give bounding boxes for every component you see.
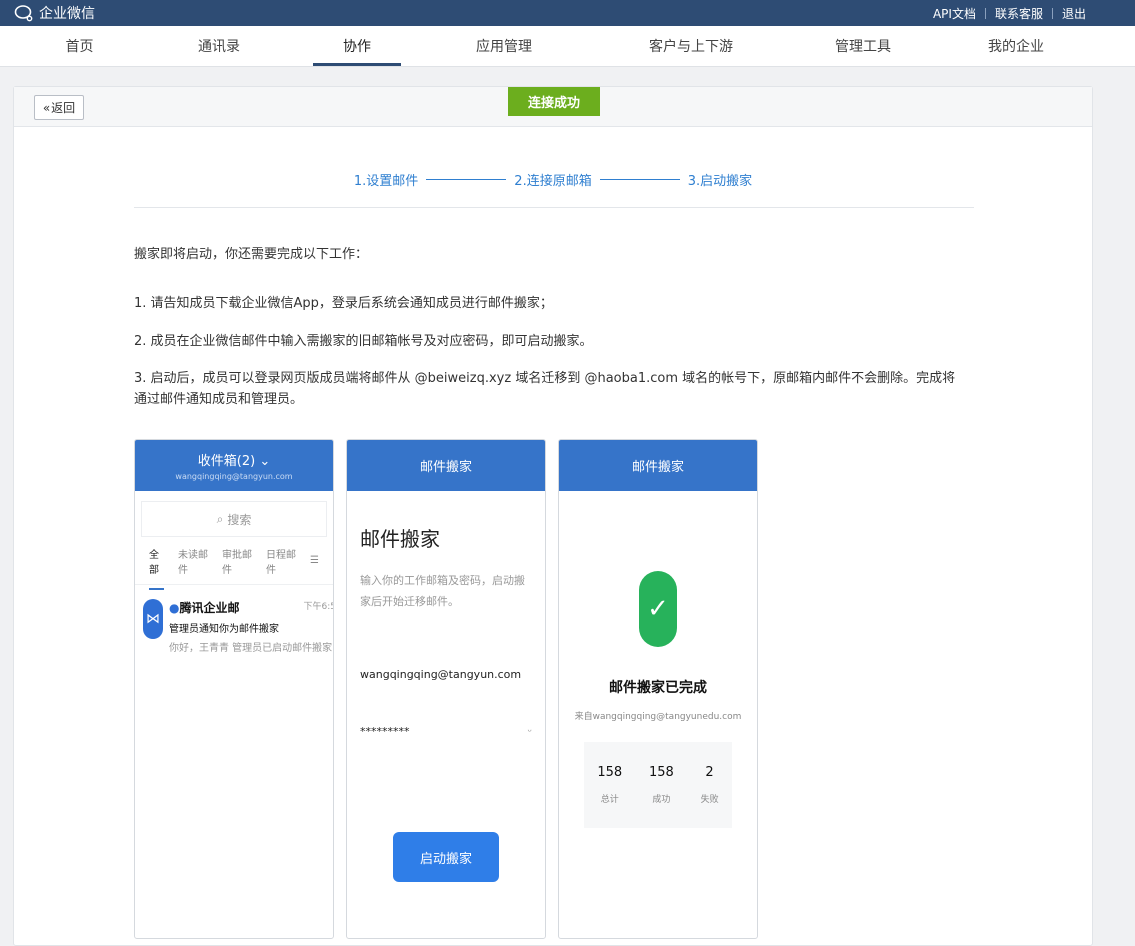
- step-connector: [599, 179, 680, 180]
- phone-header: 收件箱(2) ⌄ wangqingqing@tangyun.com: [135, 440, 333, 491]
- password-value: *********: [360, 725, 410, 738]
- connection-success-badge: 连接成功: [508, 87, 600, 116]
- phone-preview-migration-form: 邮件搬家 邮件搬家 输入你的工作邮箱及密码，启动搬家后开始迁移邮件。 wangq…: [346, 439, 546, 939]
- step-3: 3.启动搬家: [687, 174, 753, 189]
- nav-home[interactable]: 首页: [0, 26, 159, 66]
- double-chevron-left-icon: «: [42, 100, 51, 115]
- migration-stats: 158 总计 158 成功 2 失败: [584, 742, 732, 828]
- inbox-account: wangqingqing@tangyun.com: [175, 472, 293, 481]
- nav-collaboration[interactable]: 协作: [313, 26, 401, 66]
- back-button[interactable]: « 返回: [34, 95, 84, 120]
- mail-sender: 腾讯企业邮: [179, 601, 240, 615]
- nav-admin-tools[interactable]: 管理工具: [803, 26, 923, 66]
- phone-preview-inbox: 收件箱(2) ⌄ wangqingqing@tangyun.com ⌕ 搜索 全…: [134, 439, 334, 939]
- chevron-down-icon: ⌄: [259, 454, 271, 469]
- phone-mail-tabs: 全部 未读邮件 审批邮件 日程邮件 ☰: [135, 537, 333, 590]
- step-1: 1.设置邮件: [353, 174, 419, 189]
- password-field: ********* ᵕ: [360, 725, 532, 738]
- eye-closed-icon: ᵕ: [527, 725, 532, 738]
- complete-source: 来自wangqingqing@tangyunedu.com: [574, 712, 742, 722]
- panel-header: « 返回 连接成功: [14, 87, 1092, 127]
- list-item: ⋈ ●腾讯企业邮 下午6:52 管理员通知你为邮件搬家 你好，王青青 管理员已启…: [135, 585, 333, 664]
- start-migration-button: 启动搬家: [393, 832, 499, 882]
- mail-subject: 管理员通知你为邮件搬家: [169, 624, 279, 635]
- email-field: wangqingqing@tangyun.com: [360, 668, 522, 681]
- stat-total: 158 总计: [597, 765, 623, 805]
- mail-time: 下午6:52: [303, 602, 334, 612]
- tencent-mail-logo-icon: ⋈: [143, 599, 163, 639]
- search-icon: ⌕: [216, 511, 224, 526]
- main-nav: 首页 通讯录 协作 应用管理 客户与上下游 管理工具 我的企业: [0, 26, 1135, 67]
- tab-approval: 审批邮件: [222, 549, 253, 576]
- brand-name: 企业微信: [39, 6, 95, 22]
- phone-header: 邮件搬家: [347, 440, 545, 491]
- tab-all: 全部: [149, 546, 164, 590]
- top-bar: 企业微信 API文档 联系客服 退出: [0, 0, 1135, 26]
- logout-link[interactable]: 退出: [1053, 5, 1095, 22]
- nav-my-enterprise[interactable]: 我的企业: [961, 26, 1071, 66]
- stat-success: 158 成功: [648, 765, 674, 805]
- menu-icon: ☰: [310, 555, 320, 566]
- form-title: 邮件搬家: [360, 527, 440, 551]
- phone-header-title: 邮件搬家: [631, 460, 684, 475]
- search-label: 搜索: [227, 512, 252, 527]
- nav-contacts[interactable]: 通讯录: [159, 26, 279, 66]
- phone-header-title: 邮件搬家: [419, 460, 472, 475]
- complete-title: 邮件搬家已完成: [609, 680, 707, 696]
- inbox-title: 收件箱(2): [197, 454, 256, 469]
- top-links: API文档 联系客服 退出: [924, 5, 1095, 22]
- tab-schedule: 日程邮件: [266, 549, 297, 576]
- checkmark-icon: ✓: [639, 571, 677, 647]
- instruction-2: 2. 成员在企业微信邮件中输入需搬家的旧邮箱帐号及对应密码，即可启动搬家。: [134, 334, 593, 349]
- api-docs-link[interactable]: API文档: [924, 5, 985, 22]
- phone-preview-migration-complete: 邮件搬家 ✓ 邮件搬家已完成 来自wangqingqing@tangyunedu…: [558, 439, 758, 939]
- brand[interactable]: 企业微信: [14, 3, 95, 23]
- unread-dot-icon: ●: [169, 601, 180, 615]
- step-indicator: 1.设置邮件 2.连接原邮箱 3.启动搬家: [14, 170, 1092, 189]
- instruction-1: 1. 请告知成员下载企业微信App，登录后系统会通知成员进行邮件搬家；: [134, 296, 553, 311]
- step-connector: [426, 179, 507, 180]
- wechat-work-logo-icon: [14, 5, 33, 22]
- tab-unread: 未读邮件: [178, 549, 208, 576]
- mail-preview: 你好，王青青 管理员已启动邮件搬家...: [169, 643, 334, 654]
- phone-header: 邮件搬家: [559, 440, 757, 491]
- contact-support-link[interactable]: 联系客服: [986, 5, 1052, 22]
- migration-panel: « 返回 连接成功 1.设置邮件 2.连接原邮箱 3.启动搬家 搬家即将启动，你…: [13, 86, 1093, 946]
- phone-search-box: ⌕ 搜索: [141, 501, 327, 537]
- avatar: ⋈: [143, 599, 163, 639]
- divider: [134, 207, 974, 208]
- form-description: 输入你的工作邮箱及密码，启动搬家后开始迁移邮件。: [360, 574, 525, 608]
- step-2: 2.连接原邮箱: [514, 174, 592, 189]
- back-label: 返回: [51, 101, 76, 115]
- instruction-3: 3. 启动后，成员可以登录网页版成员端将邮件从 @beiweizq.xyz 域名…: [134, 371, 956, 407]
- intro-text: 搬家即将启动，你还需要完成以下工作：: [134, 247, 369, 262]
- nav-customers[interactable]: 客户与上下游: [621, 26, 761, 66]
- stat-failed: 2 失败: [700, 765, 719, 805]
- nav-app-management[interactable]: 应用管理: [449, 26, 559, 66]
